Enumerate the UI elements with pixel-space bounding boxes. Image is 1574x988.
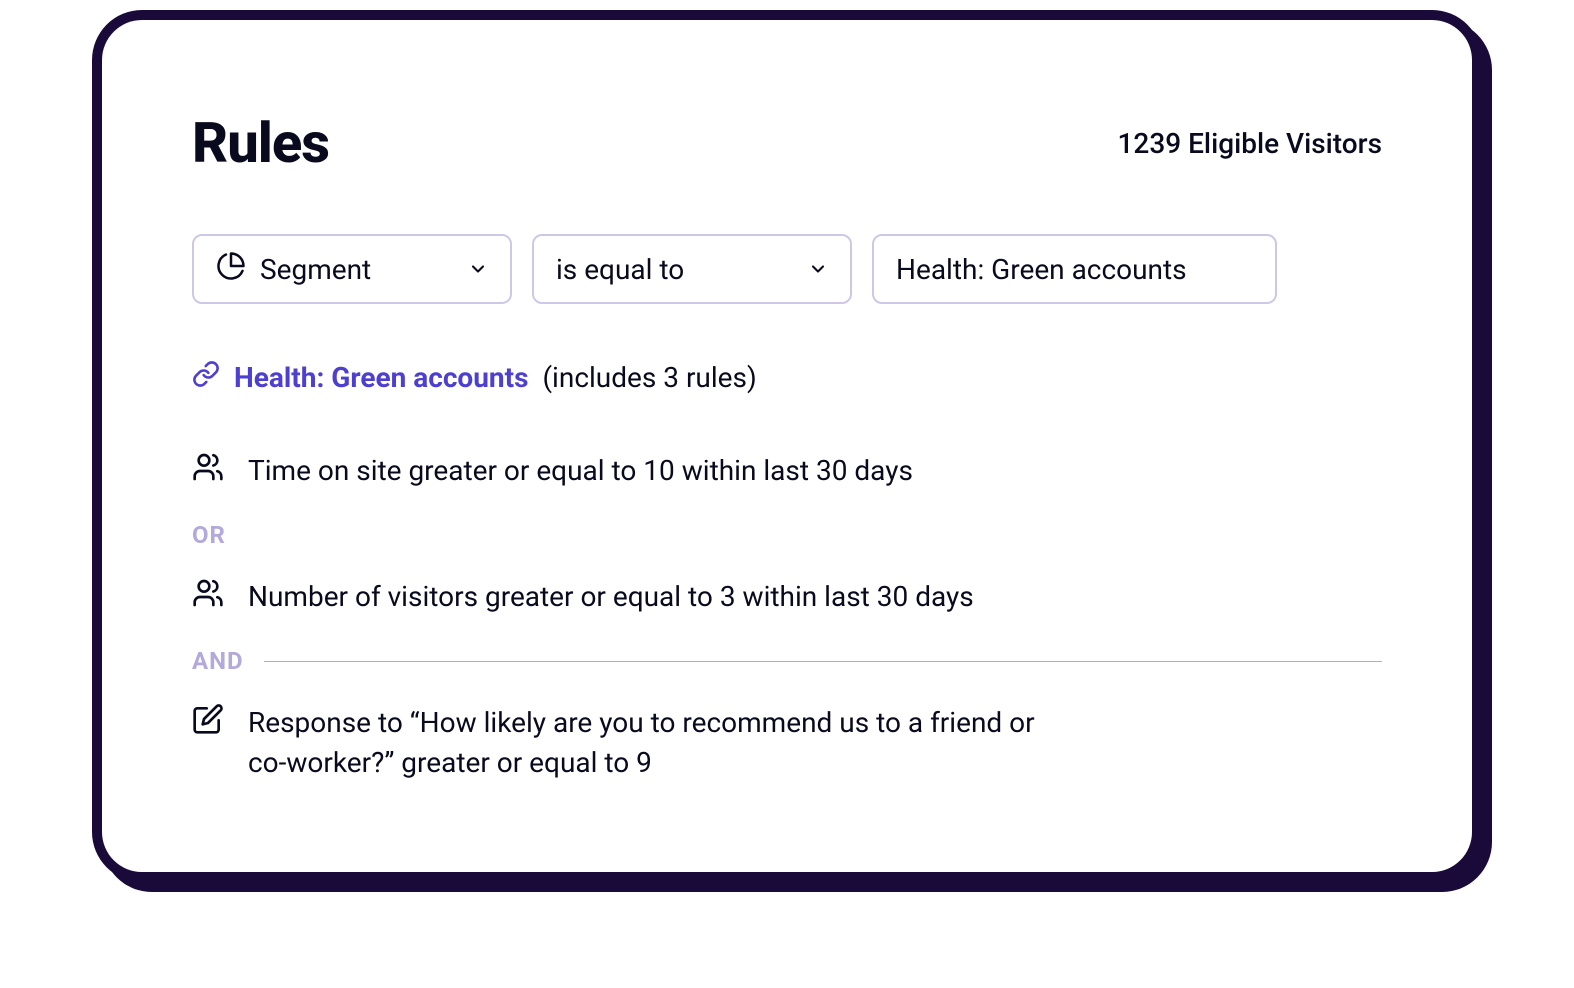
segment-link-row: Health: Green accounts (includes 3 rules… <box>192 360 1382 395</box>
value-input-text: Health: Green accounts <box>896 253 1187 286</box>
rule-selectors: Segment is equal to Health: Green accoun… <box>192 234 1382 304</box>
eligible-visitors-count: 1239 Eligible Visitors <box>1117 127 1382 160</box>
card-header: Rules 1239 Eligible Visitors <box>192 110 1382 176</box>
value-input[interactable]: Health: Green accounts <box>872 234 1277 304</box>
and-connector: AND <box>192 647 1382 675</box>
link-icon <box>192 360 220 395</box>
chevron-down-icon <box>468 253 488 286</box>
page-title: Rules <box>192 110 329 176</box>
rule-item: Number of visitors greater or equal to 3… <box>192 577 1382 619</box>
visitors-icon <box>192 577 224 619</box>
divider-line <box>264 661 1382 662</box>
eligible-count: 1239 <box>1117 127 1181 160</box>
operator-select[interactable]: is equal to <box>532 234 852 304</box>
or-connector: OR <box>192 521 1382 549</box>
rule-text: Response to “How likely are you to recom… <box>248 703 1048 781</box>
chevron-down-icon <box>808 253 828 286</box>
edit-square-icon <box>192 703 224 745</box>
eligible-label: Eligible Visitors <box>1188 127 1382 160</box>
attribute-select-label: Segment <box>260 253 371 286</box>
or-label: OR <box>192 521 226 549</box>
and-label: AND <box>192 647 244 675</box>
rule-item: Response to “How likely are you to recom… <box>192 703 1382 781</box>
pie-chart-icon <box>216 251 246 288</box>
rules-card: Rules 1239 Eligible Visitors Segment <box>102 20 1472 872</box>
segment-link-suffix: (includes 3 rules) <box>542 361 756 394</box>
rule-text: Time on site greater or equal to 10 with… <box>248 451 913 490</box>
rule-text: Number of visitors greater or equal to 3… <box>248 577 974 616</box>
segment-link[interactable]: Health: Green accounts <box>234 361 528 394</box>
rule-item: Time on site greater or equal to 10 with… <box>192 451 1382 493</box>
attribute-select[interactable]: Segment <box>192 234 512 304</box>
operator-select-label: is equal to <box>556 253 684 286</box>
visitors-icon <box>192 451 224 493</box>
